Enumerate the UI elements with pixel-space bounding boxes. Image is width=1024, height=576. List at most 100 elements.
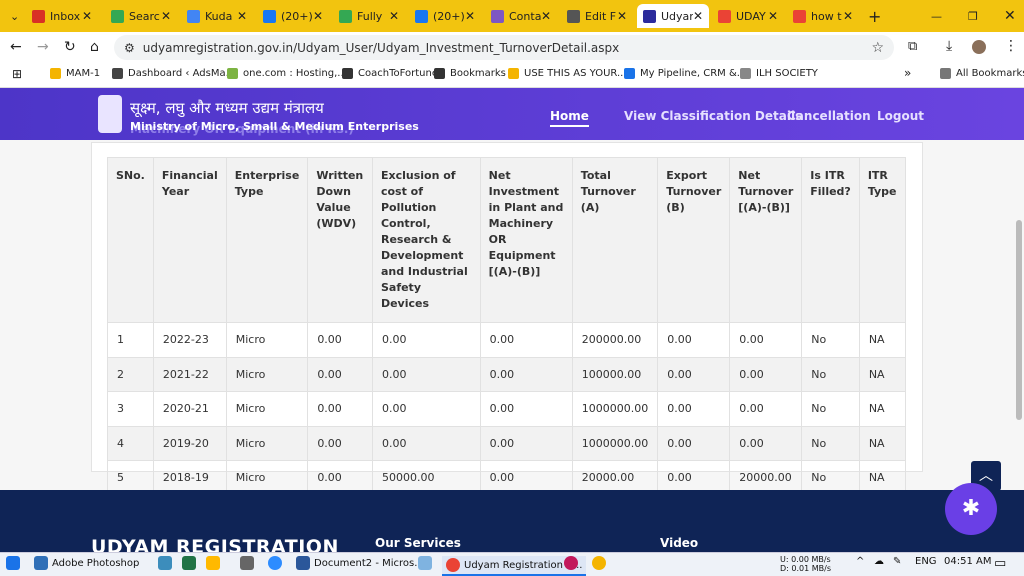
tab-favicon-icon	[32, 9, 45, 23]
nav-cancellation[interactable]: Cancellation	[787, 109, 871, 123]
tab-favicon-icon	[567, 9, 580, 23]
column-header: Enterprise Type	[225, 157, 309, 323]
tab-6[interactable]: (20+) ✕	[409, 4, 481, 28]
bookmark-star-icon[interactable]: ☆	[871, 40, 884, 56]
home-button[interactable]: ⌂	[90, 39, 99, 55]
taskbar-icon-6[interactable]	[418, 556, 436, 570]
forward-button[interactable]: →	[37, 39, 49, 55]
table-cell: No	[801, 391, 860, 427]
tab-close-icon[interactable]: ✕	[389, 9, 399, 23]
table-cell: 0.00	[729, 322, 803, 358]
tab-9[interactable]: Udyar ✕	[637, 4, 709, 28]
back-button[interactable]: ←	[10, 39, 22, 55]
table-cell: 0.00	[479, 425, 573, 461]
bookmark-item[interactable]: Bookmarks	[434, 68, 506, 79]
new-tab-button[interactable]: +	[862, 4, 882, 28]
bookmark-item[interactable]: All Bookmarks	[940, 68, 1024, 79]
table-cell: 0.00	[729, 391, 803, 427]
plus-icon: +	[868, 6, 882, 26]
more-bookmarks-icon[interactable]: »	[904, 66, 911, 80]
tab-close-icon[interactable]: ✕	[237, 9, 247, 23]
tab-8[interactable]: Edit F ✕	[561, 4, 633, 28]
extensions-icon[interactable]: ⧉	[908, 39, 917, 54]
bookmark-item[interactable]: MAM-1	[50, 68, 100, 79]
clock[interactable]: 04:51 AM	[944, 556, 991, 567]
tab-close-icon[interactable]: ✕	[541, 9, 551, 23]
tab-favicon-icon	[491, 9, 504, 23]
taskbar-word[interactable]: Document2 - Micros...	[296, 556, 424, 570]
table-row: 4 2019-20 Micro 0.00 0.00 0.00 1000000.00 0.00 0…	[107, 425, 907, 461]
tab-5[interactable]: Fully ✕	[333, 4, 405, 28]
arrow-left-icon: ←	[10, 39, 22, 55]
bookmark-item[interactable]: My Pipeline, CRM &...	[624, 68, 746, 79]
language-indicator[interactable]: ENG	[915, 556, 937, 567]
avatar[interactable]	[972, 40, 986, 54]
minimize-button[interactable]: —	[925, 4, 942, 28]
tab-close-icon[interactable]: ✕	[768, 9, 778, 23]
taskbar-excel-icon[interactable]	[182, 556, 200, 570]
bookmark-item[interactable]: one.com : Hosting,...	[227, 68, 347, 79]
nav-view-classification[interactable]: View Classification Details	[624, 109, 802, 123]
table-cell: 0.00	[371, 425, 481, 461]
table-cell: 0.00	[729, 356, 803, 392]
apps-grid-icon[interactable]: ⊞	[12, 67, 22, 81]
maximize-button[interactable]: ❐	[962, 4, 978, 28]
tab-close-icon[interactable]: ✕	[161, 9, 171, 23]
tab-7[interactable]: Conta ✕	[485, 4, 557, 28]
bookmark-item[interactable]: CoachToFortune	[342, 68, 438, 79]
site-settings-icon[interactable]: ⚙	[124, 41, 135, 55]
tab-11[interactable]: how t ✕	[787, 4, 859, 28]
tab-label: (20+)	[433, 9, 465, 23]
page-scrollbar[interactable]	[1016, 220, 1022, 420]
tab-favicon-icon	[339, 9, 352, 23]
table-cell: 0.00	[729, 425, 803, 461]
tab-label: Udyar	[661, 9, 693, 23]
tab-close-icon[interactable]: ✕	[465, 9, 475, 23]
reload-button[interactable]: ↻	[64, 39, 76, 55]
taskbar-photoshop[interactable]: Adobe Photoshop	[34, 556, 139, 570]
bookmark-item[interactable]: ILH SOCIETY	[740, 68, 818, 79]
tab-10[interactable]: UDAY ✕	[712, 4, 784, 28]
tray-chevron-icon[interactable]: ^	[856, 556, 864, 567]
tab-2[interactable]: Searc ✕	[105, 4, 177, 28]
download-icon[interactable]: ⤓	[946, 38, 952, 54]
tab-close-icon[interactable]: ✕	[843, 9, 853, 23]
taskbar-icon-8[interactable]	[564, 556, 582, 570]
tab-3[interactable]: Kuda ✕	[181, 4, 253, 28]
tab-favicon-icon	[263, 9, 276, 23]
tab-close-icon[interactable]: ✕	[313, 9, 323, 23]
table-cell: 0.00	[657, 425, 731, 461]
address-bar[interactable]: ⚙ udyamregistration.gov.in/Udyam_User/Ud…	[114, 35, 894, 60]
bookmark-icon	[740, 68, 751, 79]
column-header: Total Turnover (A)	[571, 157, 659, 323]
bookmark-item[interactable]: USE THIS AS YOUR...	[508, 68, 627, 79]
menu-icon[interactable]: ⋮	[1004, 38, 1018, 54]
tab-close-icon[interactable]: ✕	[617, 9, 627, 23]
nav-logout[interactable]: Logout	[877, 109, 924, 123]
table-cell: 200000.00	[571, 322, 659, 358]
tab-label: UDAY	[736, 9, 766, 23]
taskbar-icon-3[interactable]	[206, 556, 224, 570]
tab-close-icon[interactable]: ✕	[693, 9, 703, 23]
table-cell: Micro	[225, 391, 309, 427]
accessibility-button[interactable]: ✱	[945, 483, 997, 535]
taskbar-icon-9[interactable]	[592, 556, 610, 570]
table-cell: 0.00	[307, 391, 373, 427]
start-button[interactable]	[6, 556, 24, 570]
bookmark-item[interactable]: Dashboard ‹ AdsMa...	[112, 68, 235, 79]
tray-pen-icon[interactable]: ✎	[893, 556, 901, 567]
table-cell: 0.00	[307, 425, 373, 461]
tab-list-button[interactable]: ⌄	[4, 4, 22, 28]
footer-services-heading: Our Services	[375, 536, 461, 550]
nav-home[interactable]: Home	[550, 109, 589, 127]
notification-icon[interactable]: ▭	[994, 556, 1006, 571]
tab-close-icon[interactable]: ✕	[82, 9, 92, 23]
tray-cloud-icon[interactable]: ☁	[874, 556, 884, 567]
tab-1[interactable]: Inbox ✕	[26, 4, 98, 28]
close-window-button[interactable]: ✕	[998, 4, 1016, 28]
taskbar-zoom-icon[interactable]	[268, 556, 286, 570]
taskbar-icon-1[interactable]	[158, 556, 176, 570]
table-cell: No	[801, 425, 860, 461]
tab-4[interactable]: (20+) ✕	[257, 4, 329, 28]
taskbar-icon-4[interactable]	[240, 556, 258, 570]
